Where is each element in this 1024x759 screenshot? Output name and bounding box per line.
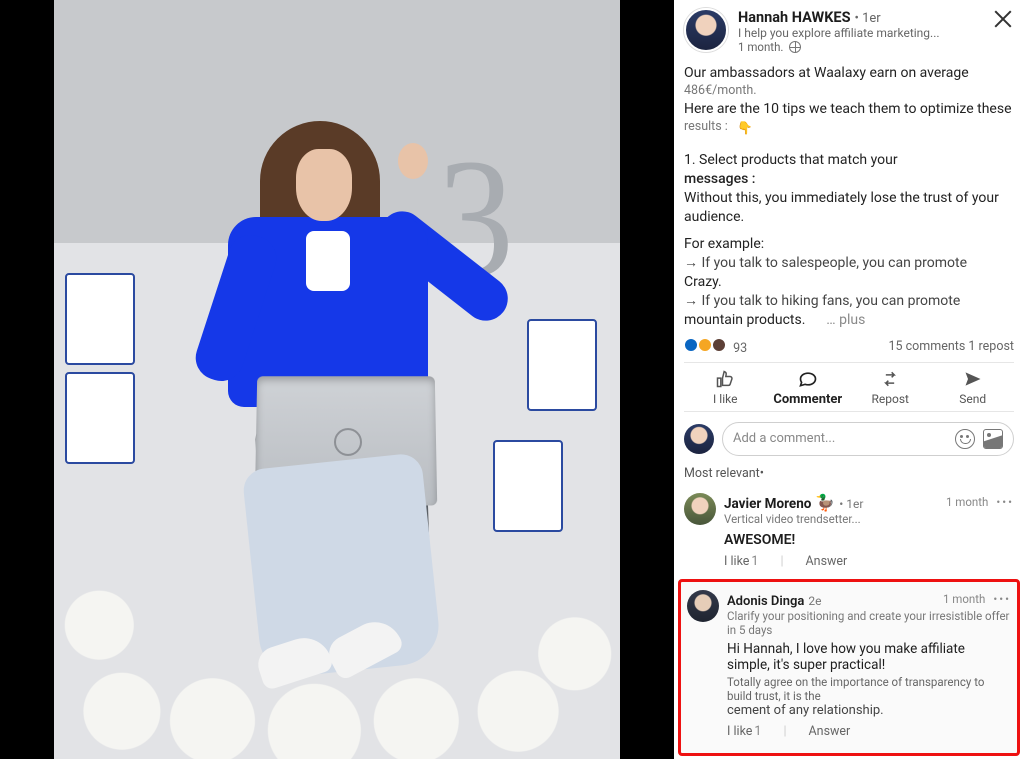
thumbs-up-icon	[714, 369, 736, 389]
like-button[interactable]: I like	[684, 367, 767, 409]
post-line: Here are the 10 tips we teach them to op…	[684, 100, 1014, 119]
comment-like-button[interactable]: I like1	[724, 554, 758, 569]
post-line: 486€/month.	[684, 83, 1014, 100]
close-icon[interactable]	[990, 6, 1016, 32]
comment-text: cement of any relationship.	[727, 703, 1011, 718]
highlighted-comment: Adonis Dinga 2e 1 month ••• Clarify your…	[678, 579, 1020, 756]
post-line: → If you talk to salespeople, you can pr…	[684, 254, 1014, 273]
reposts-count[interactable]: 1 repost	[968, 339, 1014, 354]
reactions-count[interactable]: 93	[684, 338, 747, 356]
comment-text: AWESOME!	[724, 532, 1014, 548]
see-more-link[interactable]: … plus	[826, 312, 865, 328]
post-line: Crazy.	[684, 273, 1014, 292]
comment-like-button[interactable]: I like1	[727, 724, 761, 739]
pointing-down-icon: 👇	[737, 121, 753, 138]
commenter-tagline: Vertical video trendsetter...	[724, 512, 1014, 526]
author-tagline: I help you explore affiliate marketing..…	[738, 27, 940, 41]
comment-text: Totally agree on the importance of trans…	[727, 675, 1011, 703]
post-header: Hannah HAWKES • 1er I help you explore a…	[684, 8, 1014, 54]
comment-button[interactable]: Commenter	[767, 367, 850, 409]
send-button[interactable]: Send	[932, 367, 1015, 409]
comment-item: Adonis Dinga 2e 1 month ••• Clarify your…	[687, 590, 1011, 747]
author-name[interactable]: Hannah HAWKES	[738, 9, 851, 26]
comment-menu-icon[interactable]: •••	[996, 495, 1014, 509]
post-age: 1 month.	[738, 41, 783, 54]
post-line: results : 👇	[684, 119, 1014, 136]
post-stats: 93 15 comments 1 repost	[684, 338, 1014, 356]
post-line: messages :	[684, 170, 1014, 189]
commenter-name[interactable]: Adonis Dinga	[727, 594, 804, 609]
post-photo: 3	[54, 0, 620, 759]
commenter-badge-icon: 🦆	[815, 493, 835, 512]
post-body: Our ambassadors at Waalaxy earn on avera…	[684, 64, 1014, 330]
commenter-avatar[interactable]	[687, 590, 719, 622]
post-line: Without this, you immediately lose the t…	[684, 189, 1014, 227]
comment-text: Hi Hannah, I love how you make affiliate…	[727, 641, 1011, 673]
self-avatar[interactable]	[684, 424, 714, 454]
emoji-icon[interactable]	[955, 429, 975, 449]
post-line: mountain products. … plus	[684, 311, 1014, 330]
comment-answer-button[interactable]: Answer	[806, 554, 848, 569]
post-detail-panel: Hannah HAWKES • 1er I help you explore a…	[674, 0, 1024, 759]
post-line: For example:	[684, 235, 1014, 254]
comment-age: 1 month	[943, 592, 985, 606]
comment-age: 1 month	[946, 495, 988, 509]
send-icon	[962, 369, 984, 389]
globe-icon	[789, 41, 801, 53]
comment-composer: Add a comment...	[684, 422, 1014, 456]
repost-icon	[879, 369, 901, 389]
post-line: → If you talk to hiking fans, you can pr…	[684, 292, 1014, 311]
commenter-name[interactable]: Javier Moreno	[724, 496, 811, 512]
support-reaction-icon	[712, 338, 726, 352]
comment-item: Javier Moreno 🦆 • 1er 1 month ••• Vertic…	[684, 487, 1014, 577]
comment-placeholder: Add a comment...	[733, 431, 947, 446]
commenter-avatar[interactable]	[684, 493, 716, 525]
media-pane: 3	[0, 0, 674, 759]
comments-count[interactable]: 15 comments	[888, 339, 965, 354]
post-actions: I like Commenter Repost Send	[684, 362, 1014, 412]
comment-icon	[796, 369, 820, 389]
commenter-tagline: Clarify your positioning and create your…	[727, 609, 1011, 637]
comment-input[interactable]: Add a comment...	[722, 422, 1014, 456]
comment-answer-button[interactable]: Answer	[809, 724, 851, 739]
post-line: 1. Select products that match your	[684, 151, 1014, 170]
like-reaction-icon	[684, 338, 698, 352]
author-degree: 1er	[862, 11, 881, 26]
repost-button[interactable]: Repost	[849, 367, 932, 409]
image-icon[interactable]	[983, 429, 1003, 449]
celebrate-reaction-icon	[698, 338, 712, 352]
comment-sort[interactable]: Most relevant•	[684, 466, 1014, 481]
comment-menu-icon[interactable]: •••	[993, 592, 1011, 606]
post-line: Our ambassadors at Waalaxy earn on avera…	[684, 64, 1014, 83]
author-avatar[interactable]	[684, 8, 728, 52]
